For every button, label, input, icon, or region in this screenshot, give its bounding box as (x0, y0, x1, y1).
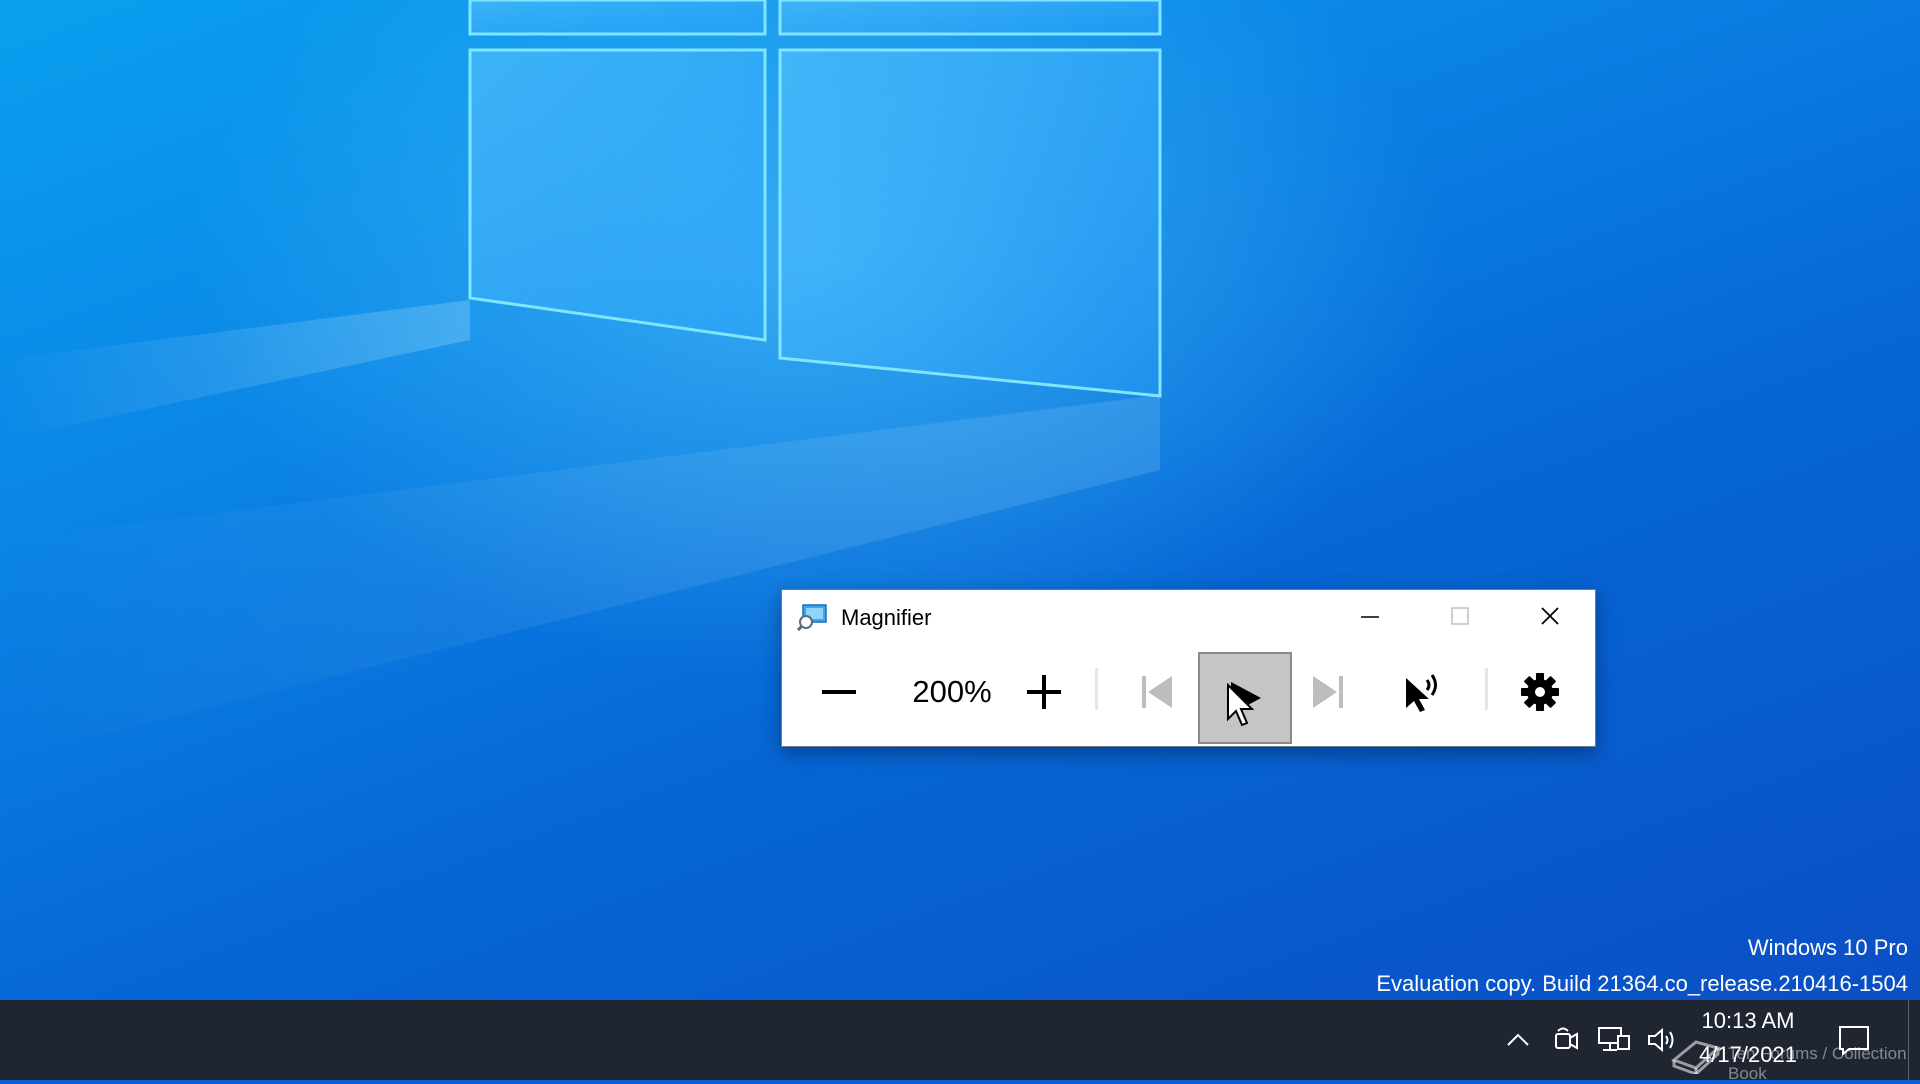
previous-track-icon (1142, 676, 1172, 708)
network-icon (1598, 1027, 1630, 1051)
magnifier-toolbar: 200% (782, 650, 1595, 746)
zoom-out-icon (822, 690, 856, 694)
minimize-icon (1361, 616, 1379, 618)
toolbar-separator (1485, 668, 1488, 710)
network-button[interactable] (1592, 1000, 1636, 1080)
maximize-button[interactable] (1415, 590, 1505, 642)
toolbar-separator (1095, 668, 1098, 710)
close-icon (1541, 607, 1559, 625)
minimize-button[interactable] (1325, 590, 1415, 642)
settings-button[interactable] (1510, 664, 1570, 720)
magnifier-window[interactable]: Magnifier 200% (781, 589, 1596, 747)
meet-now-button[interactable] (1548, 1000, 1584, 1080)
zoom-level: 200% (912, 674, 992, 709)
zoom-in-button[interactable] (1012, 664, 1076, 720)
watermark-edition: Windows 10 Pro (1747, 935, 1908, 960)
next-track-icon (1313, 676, 1343, 708)
windows-watermark: Windows 10 Pro Evaluation copy. Build 21… (1376, 930, 1908, 1002)
brand-watermark-text: Ten Forums / Collection Book (1728, 1044, 1907, 1083)
meet-now-icon (1555, 1027, 1578, 1050)
desktop-wallpaper (0, 0, 1920, 1000)
next-button[interactable] (1298, 664, 1358, 720)
zoom-out-button[interactable] (807, 664, 871, 720)
show-hidden-icons-button[interactable] (1500, 1000, 1536, 1080)
previous-button[interactable] (1127, 664, 1187, 720)
close-button[interactable] (1505, 590, 1595, 642)
window-title: Magnifier (841, 605, 932, 630)
title-bar[interactable]: Magnifier (782, 590, 1595, 642)
read-from-here-icon (1406, 674, 1437, 712)
zoom-in-icon (1027, 675, 1061, 709)
windows-logo-wallpaper (0, 0, 1162, 760)
watermark-build: Evaluation copy. Build 21364.co_release.… (1376, 971, 1908, 996)
taskbar: 10:13 AM 4/17/2021 (0, 1000, 1920, 1080)
maximize-icon (1451, 607, 1469, 625)
mouse-cursor-icon (1227, 683, 1254, 727)
magnifier-app-icon (797, 604, 827, 631)
chevron-up-icon (1507, 1033, 1529, 1046)
book-logo-icon (1671, 1040, 1722, 1074)
read-from-here-button[interactable] (1392, 664, 1452, 720)
gear-icon (1521, 673, 1559, 711)
